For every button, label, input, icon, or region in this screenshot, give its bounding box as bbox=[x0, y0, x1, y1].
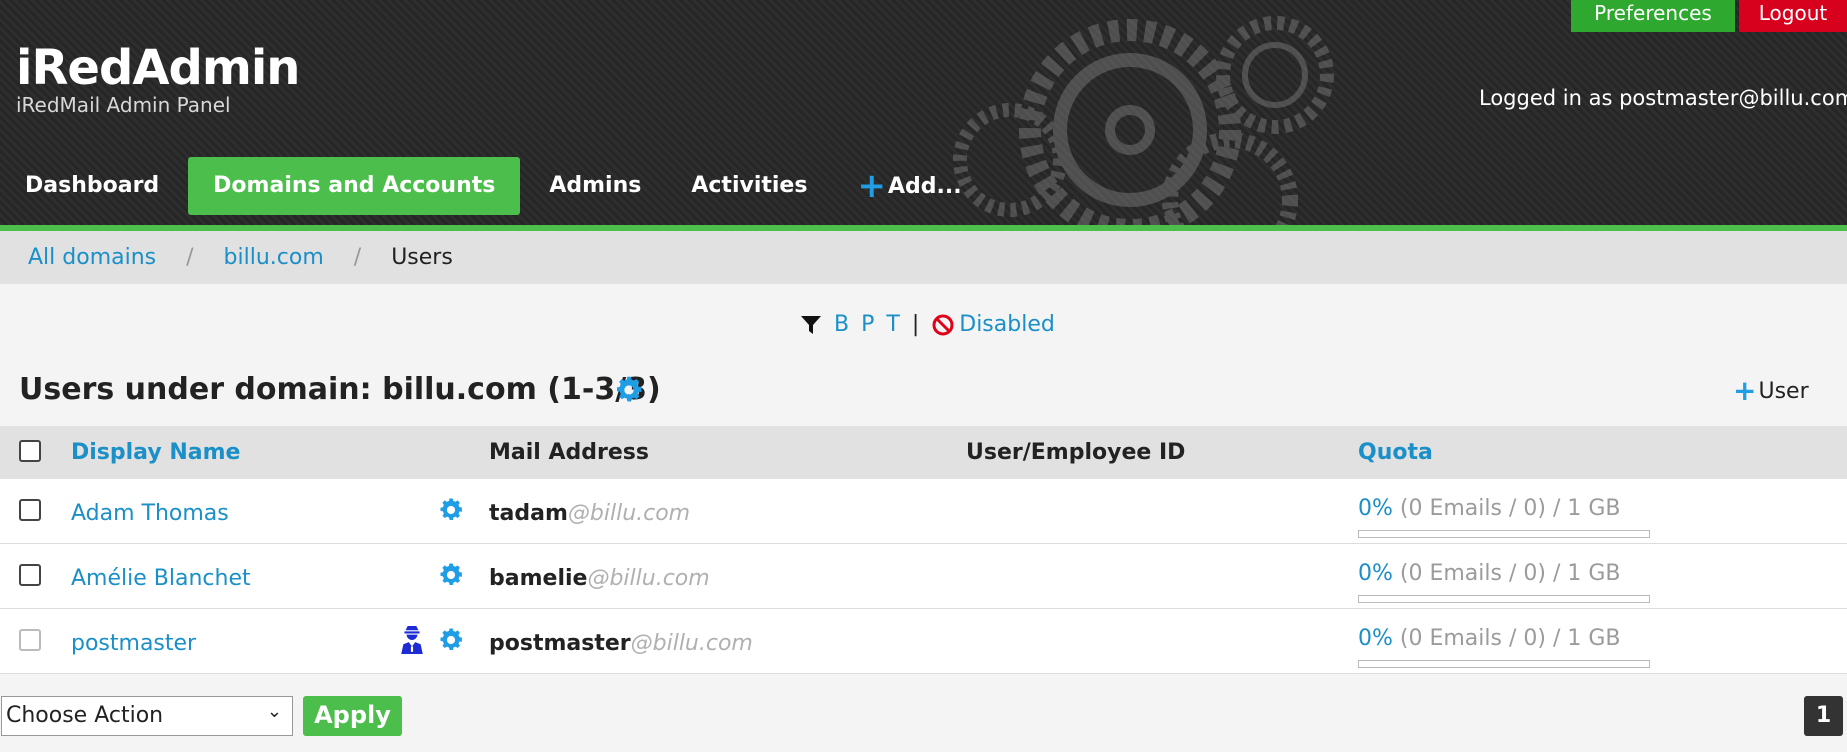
breadcrumb-domain[interactable]: billu.com bbox=[224, 245, 324, 270]
table-footer: Choose Action ⌄ Apply 1 bbox=[0, 676, 1847, 752]
user-display-name[interactable]: Adam Thomas bbox=[71, 501, 229, 526]
brand-title: iRedAdmin bbox=[16, 40, 300, 96]
quota-bar bbox=[1358, 595, 1650, 603]
nav-add[interactable]: +Add... bbox=[832, 157, 986, 215]
panel-header: Users under domain: billu.com (1-3/3) +U… bbox=[0, 350, 1847, 426]
breadcrumb-all-domains[interactable]: All domains bbox=[28, 245, 156, 270]
quota: 0% (0 Emails / 0) / 1 GB bbox=[1358, 496, 1620, 521]
select-all-checkbox[interactable] bbox=[19, 440, 41, 462]
table-row: postmaster postmaster@billu.com 0% (0 Em… bbox=[0, 609, 1847, 674]
add-user-button[interactable]: +User bbox=[1733, 374, 1809, 407]
quota-percent[interactable]: 0% bbox=[1358, 561, 1393, 586]
quota: 0% (0 Emails / 0) / 1 GB bbox=[1358, 626, 1620, 651]
main-nav: Dashboard Domains and Accounts Admins Ac… bbox=[0, 157, 987, 215]
mail-domain: @billu.com bbox=[567, 501, 691, 526]
column-display-name[interactable]: Display Name bbox=[71, 440, 240, 465]
mail-address: bamelie@billu.com bbox=[489, 566, 710, 591]
quota-detail: (0 Emails / 0) / 1 GB bbox=[1392, 496, 1621, 521]
row-checkbox bbox=[19, 629, 41, 651]
plus-icon: + bbox=[1733, 374, 1757, 407]
breadcrumb: All domains / billu.com / Users bbox=[0, 231, 1847, 284]
chevron-down-icon: ⌄ bbox=[266, 701, 282, 722]
mail-address: tadam@billu.com bbox=[489, 501, 690, 526]
add-user-label: User bbox=[1758, 379, 1809, 404]
breadcrumb-current: Users bbox=[391, 245, 453, 270]
filter-p[interactable]: P bbox=[861, 312, 874, 337]
mail-domain: @billu.com bbox=[587, 566, 710, 591]
ban-icon bbox=[932, 314, 954, 335]
login-info: Logged in as postmaster@billu.com bbox=[1479, 86, 1847, 110]
quota-percent[interactable]: 0% bbox=[1358, 496, 1393, 521]
account-filter: B P T | Disabled bbox=[800, 312, 1055, 337]
nav-dashboard[interactable]: Dashboard bbox=[0, 157, 184, 215]
mail-user: bamelie bbox=[489, 566, 588, 591]
apply-button[interactable]: Apply bbox=[303, 696, 402, 736]
filter-disabled-label: Disabled bbox=[959, 312, 1055, 337]
table-header: Display Name Mail Address User/Employee … bbox=[0, 426, 1847, 479]
column-quota[interactable]: Quota bbox=[1358, 440, 1433, 465]
page-title: Users under domain: billu.com (1-3/3) bbox=[19, 372, 661, 407]
filter-t[interactable]: T bbox=[886, 312, 899, 337]
choose-action-select[interactable]: Choose Action ⌄ bbox=[1, 696, 293, 736]
filter-divider: | bbox=[911, 312, 920, 337]
quota-bar bbox=[1358, 530, 1650, 538]
header: iRedAdmin iRedMail Admin Panel Preferenc… bbox=[0, 0, 1847, 225]
filter-icon bbox=[801, 315, 821, 334]
brand[interactable]: iRedAdmin iRedMail Admin Panel bbox=[16, 40, 300, 117]
table-row: Amélie Blanchet bamelie@billu.com 0% (0 … bbox=[0, 544, 1847, 609]
row-checkbox[interactable] bbox=[19, 499, 41, 521]
mail-domain: @billu.com bbox=[630, 631, 753, 656]
quota-detail: (0 Emails / 0) / 1 GB bbox=[1392, 561, 1621, 586]
column-employee-id: User/Employee ID bbox=[966, 440, 1186, 465]
breadcrumb-separator: / bbox=[353, 245, 362, 270]
brand-subtitle: iRedMail Admin Panel bbox=[16, 93, 231, 117]
mail-user: postmaster bbox=[489, 631, 631, 656]
gears-decoration bbox=[953, 16, 1334, 225]
quota-bar bbox=[1358, 660, 1650, 668]
nav-activities[interactable]: Activities bbox=[666, 157, 832, 215]
quota-percent[interactable]: 0% bbox=[1358, 626, 1393, 651]
nav-domains-and-accounts[interactable]: Domains and Accounts bbox=[188, 157, 521, 215]
column-mail-address: Mail Address bbox=[489, 440, 649, 465]
user-display-name[interactable]: postmaster bbox=[71, 631, 196, 656]
table-row: Adam Thomas tadam@billu.com 0% (0 Emails… bbox=[0, 479, 1847, 544]
mail-user: tadam bbox=[489, 501, 568, 526]
preferences-button[interactable]: Preferences bbox=[1571, 0, 1735, 32]
row-checkbox[interactable] bbox=[19, 564, 41, 586]
gear-icon[interactable] bbox=[437, 561, 465, 589]
pagination-page-1[interactable]: 1 bbox=[1804, 696, 1843, 736]
gear-icon[interactable] bbox=[437, 626, 465, 654]
quota-detail: (0 Emails / 0) / 1 GB bbox=[1392, 626, 1621, 651]
choose-action-value: Choose Action bbox=[6, 703, 164, 728]
nav-admins[interactable]: Admins bbox=[524, 157, 666, 215]
gear-icon[interactable] bbox=[437, 496, 465, 524]
gear-icon[interactable] bbox=[613, 374, 645, 406]
logout-button[interactable]: Logout bbox=[1739, 0, 1847, 32]
filter-disabled[interactable]: Disabled bbox=[931, 312, 1055, 337]
mail-address: postmaster@billu.com bbox=[489, 631, 753, 656]
filter-b[interactable]: B bbox=[834, 312, 849, 337]
breadcrumb-separator: / bbox=[186, 245, 194, 270]
nav-add-label: Add... bbox=[887, 174, 962, 199]
plus-icon: + bbox=[857, 166, 886, 206]
quota: 0% (0 Emails / 0) / 1 GB bbox=[1358, 561, 1620, 586]
user-display-name[interactable]: Amélie Blanchet bbox=[71, 566, 251, 591]
admin-user-icon bbox=[401, 626, 423, 654]
